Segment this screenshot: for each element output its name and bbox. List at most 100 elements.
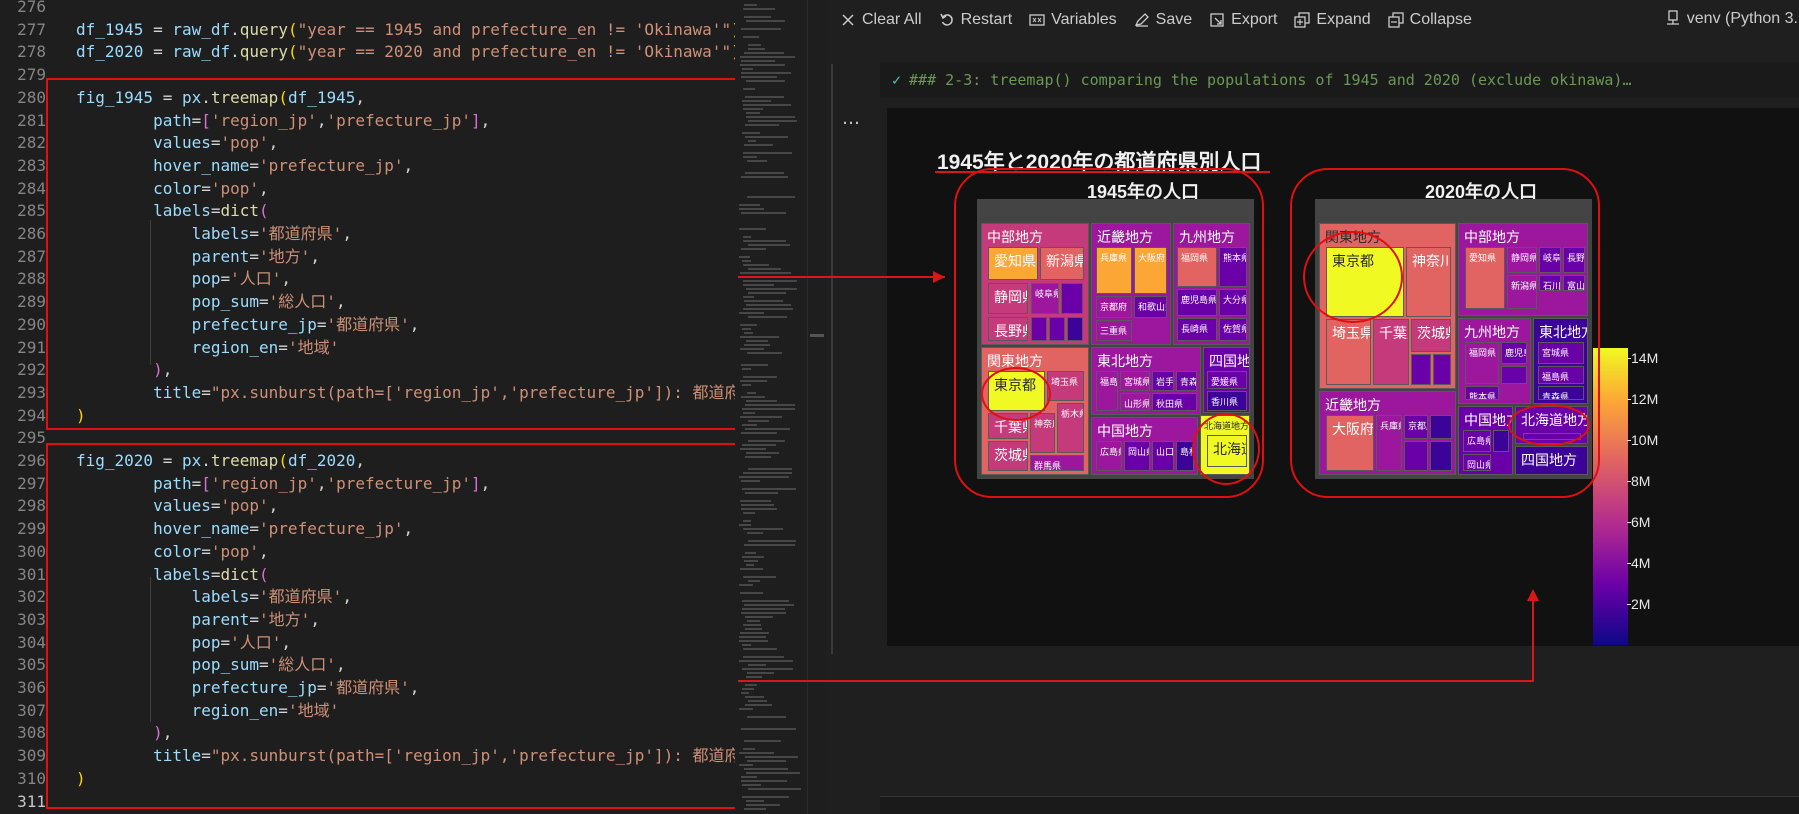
treemap-prefecture-tile[interactable] — [1061, 283, 1083, 314]
treemap-prefecture-tile[interactable]: 山口県 — [1152, 441, 1174, 471]
treemap-1945[interactable]: 中部地方愛知県新潟県静岡県岐阜県長野県 近畿地方兵庫県大阪府京都府和歌山県三重県 九… — [977, 199, 1260, 485]
treemap-prefecture-tile[interactable]: 熊本県 — [1219, 247, 1247, 287]
expand-button[interactable]: Expand — [1294, 11, 1371, 29]
code-line[interactable]: 301 labels=dict( — [0, 564, 735, 587]
treemap-prefecture-tile[interactable] — [1523, 433, 1581, 440]
collapse-button[interactable]: Collapse — [1388, 11, 1472, 29]
treemap-prefecture-tile[interactable]: 福島県 — [1096, 371, 1118, 411]
treemap-2020[interactable]: 関東地方東京都 神奈川県埼玉県千葉県茨城県 中部地方愛知県 静岡県岐阜県長野県新潟県石… — [1303, 199, 1592, 479]
code-line[interactable]: 291 region_en='地域' — [0, 337, 735, 360]
treemap-prefecture-tile[interactable]: 大阪府 — [1134, 247, 1167, 294]
treemap-prefecture-tile[interactable] — [1501, 366, 1527, 384]
treemap-prefecture-tile[interactable]: 長野県 — [1563, 247, 1585, 273]
treemap-prefecture-tile[interactable]: 茨城県 — [988, 441, 1028, 471]
treemap-prefecture-tile[interactable]: 埼玉県 — [1047, 371, 1084, 401]
export-button[interactable]: Export — [1209, 11, 1277, 29]
treemap-prefecture-tile[interactable]: 長野県 — [988, 317, 1028, 341]
treemap-prefecture-tile[interactable]: 香川県 — [1207, 391, 1247, 411]
code-line[interactable]: 297 path=['region_jp','prefecture_jp'], — [0, 473, 735, 496]
code-line[interactable]: 279 — [0, 64, 735, 87]
treemap-region-tile[interactable]: 四国地方 — [1515, 446, 1588, 475]
editor-scrollbar[interactable] — [807, 0, 825, 814]
code-line[interactable]: 300 color='pop', — [0, 541, 735, 564]
code-line[interactable]: 294) — [0, 405, 735, 428]
treemap-prefecture-tile[interactable]: 長崎県 — [1177, 318, 1217, 341]
code-line[interactable]: 278 df_2020 = raw_df.query("year == 2020 … — [0, 41, 735, 64]
cell-input-collapsed[interactable]: ✓ ### 2-3: treemap() comparing the popula… — [880, 62, 1799, 98]
code-line[interactable]: 280 fig_1945 = px.treemap(df_1945, — [0, 87, 735, 110]
code-line[interactable]: 288 pop='人口', — [0, 268, 735, 291]
treemap-prefecture-tile[interactable]: 宮城県 — [1538, 342, 1584, 364]
minimap[interactable] — [735, 0, 807, 814]
treemap-prefecture-tile[interactable]: 青森県 — [1176, 371, 1197, 391]
treemap-prefecture-tile[interactable]: 石川県 — [1539, 275, 1561, 291]
treemap-prefecture-tile[interactable] — [1067, 317, 1083, 341]
treemap-prefecture-tile[interactable]: 群馬県 — [1030, 455, 1084, 471]
treemap-prefecture-tile[interactable]: 鹿児島県 — [1501, 342, 1527, 364]
treemap-prefecture-tile[interactable]: 栃木県 — [1057, 403, 1084, 453]
code-line[interactable]: 302 labels='都道府県', — [0, 586, 735, 609]
treemap-prefecture-tile[interactable]: 青森県 — [1538, 386, 1584, 400]
treemap-prefecture-tile[interactable]: 京都府 — [1096, 296, 1132, 318]
code-line[interactable]: 286 labels='都道府県', — [0, 223, 735, 246]
code-line[interactable]: 277 df_1945 = raw_df.query("year == 1945 … — [0, 19, 735, 42]
treemap-prefecture-tile[interactable]: 兵庫県 — [1376, 415, 1402, 471]
treemap-prefecture-tile[interactable]: 兵庫県 — [1096, 247, 1132, 294]
treemap-prefecture-tile[interactable]: 静岡県 — [1507, 247, 1537, 273]
code-line[interactable]: 304 pop='人口', — [0, 632, 735, 655]
code-line[interactable]: 292 ), — [0, 359, 735, 382]
more-actions-button[interactable]: … — [842, 108, 860, 129]
treemap-prefecture-tile[interactable]: 千葉県 — [1373, 319, 1409, 385]
treemap-prefecture-tile[interactable]: 広島県 — [1096, 441, 1122, 471]
treemap-prefecture-tile[interactable]: 京都府 — [1404, 415, 1428, 439]
code-line[interactable]: 296 fig_2020 = px.treemap(df_2020, — [0, 450, 735, 473]
treemap-prefecture-tile[interactable]: 宮城県 — [1120, 371, 1150, 391]
code-line[interactable]: 290 prefecture_jp='都道府県', — [0, 314, 735, 337]
treemap-prefecture-tile[interactable] — [1404, 441, 1428, 471]
treemap-prefecture-tile[interactable] — [1493, 430, 1509, 452]
treemap-prefecture-tile[interactable]: 茨城県 — [1411, 319, 1451, 352]
split-sash[interactable] — [810, 334, 824, 337]
code-line[interactable]: 282 values='pop', — [0, 132, 735, 155]
code-line[interactable]: 299 hover_name='prefecture_jp', — [0, 518, 735, 541]
treemap-prefecture-tile[interactable]: 岡山県 — [1463, 454, 1491, 471]
treemap-prefecture-tile[interactable]: 島根県 — [1176, 441, 1194, 471]
treemap-prefecture-tile[interactable]: 山形県 — [1120, 393, 1150, 411]
treemap-prefecture-tile[interactable]: 静岡県 — [988, 283, 1028, 314]
treemap-prefecture-tile[interactable]: 千葉県 — [988, 413, 1028, 439]
code-line[interactable]: 303 parent='地方', — [0, 609, 735, 632]
treemap-prefecture-tile[interactable]: 福岡県 — [1177, 247, 1217, 287]
treemap-prefecture-tile[interactable]: 大分県 — [1219, 289, 1247, 316]
code-line[interactable]: 295 — [0, 427, 735, 450]
code-line[interactable]: 283 hover_name='prefecture_jp', — [0, 155, 735, 178]
treemap-prefecture-tile[interactable] — [1433, 354, 1451, 385]
treemap-prefecture-tile[interactable]: 愛知県 — [988, 247, 1038, 280]
code-line[interactable]: 287 parent='地方', — [0, 246, 735, 269]
code-line[interactable]: 285 labels=dict( — [0, 200, 735, 223]
treemap-prefecture-tile[interactable]: 北海道 — [1207, 435, 1247, 467]
treemap-prefecture-tile[interactable]: 愛媛県 — [1207, 371, 1247, 389]
treemap-prefecture-tile[interactable] — [1031, 317, 1047, 341]
treemap-prefecture-tile[interactable]: 和歌山県 — [1134, 296, 1167, 318]
code-line[interactable]: 308 ), — [0, 722, 735, 745]
treemap-prefecture-tile[interactable]: 福島県 — [1538, 366, 1584, 384]
treemap-prefecture-tile[interactable]: 神奈川県 — [1406, 247, 1451, 317]
code-line[interactable]: 284 color='pop', — [0, 178, 735, 201]
code-line[interactable]: 311 — [0, 791, 735, 814]
code-line[interactable]: 307 region_en='地域' — [0, 700, 735, 723]
kernel-picker[interactable]: venv (Python 3.11. — [1665, 10, 1799, 28]
treemap-prefecture-tile[interactable]: 新潟県 — [1507, 275, 1537, 309]
code-line[interactable]: 309 title="px.sunburst(path=['region_jp'… — [0, 745, 735, 768]
treemap-prefecture-tile[interactable]: 岐阜県 — [1031, 283, 1059, 314]
treemap-prefecture-tile[interactable]: 富山県 — [1563, 275, 1585, 291]
treemap-prefecture-tile[interactable] — [1049, 317, 1065, 341]
next-cell-input[interactable] — [880, 796, 1799, 814]
code-line[interactable]: 281 path=['region_jp','prefecture_jp'], — [0, 110, 735, 133]
treemap-prefecture-tile[interactable]: 福岡県 — [1465, 342, 1499, 384]
variables-button[interactable]: Variables — [1029, 11, 1117, 29]
save-button[interactable]: Save — [1134, 11, 1192, 29]
treemap-prefecture-tile[interactable]: 愛知県 — [1465, 247, 1505, 309]
treemap-prefecture-tile[interactable]: 埼玉県 — [1326, 319, 1371, 385]
treemap-prefecture-tile[interactable]: 東京都 — [1326, 247, 1404, 317]
treemap-prefecture-tile[interactable]: 大阪府 — [1326, 415, 1374, 471]
